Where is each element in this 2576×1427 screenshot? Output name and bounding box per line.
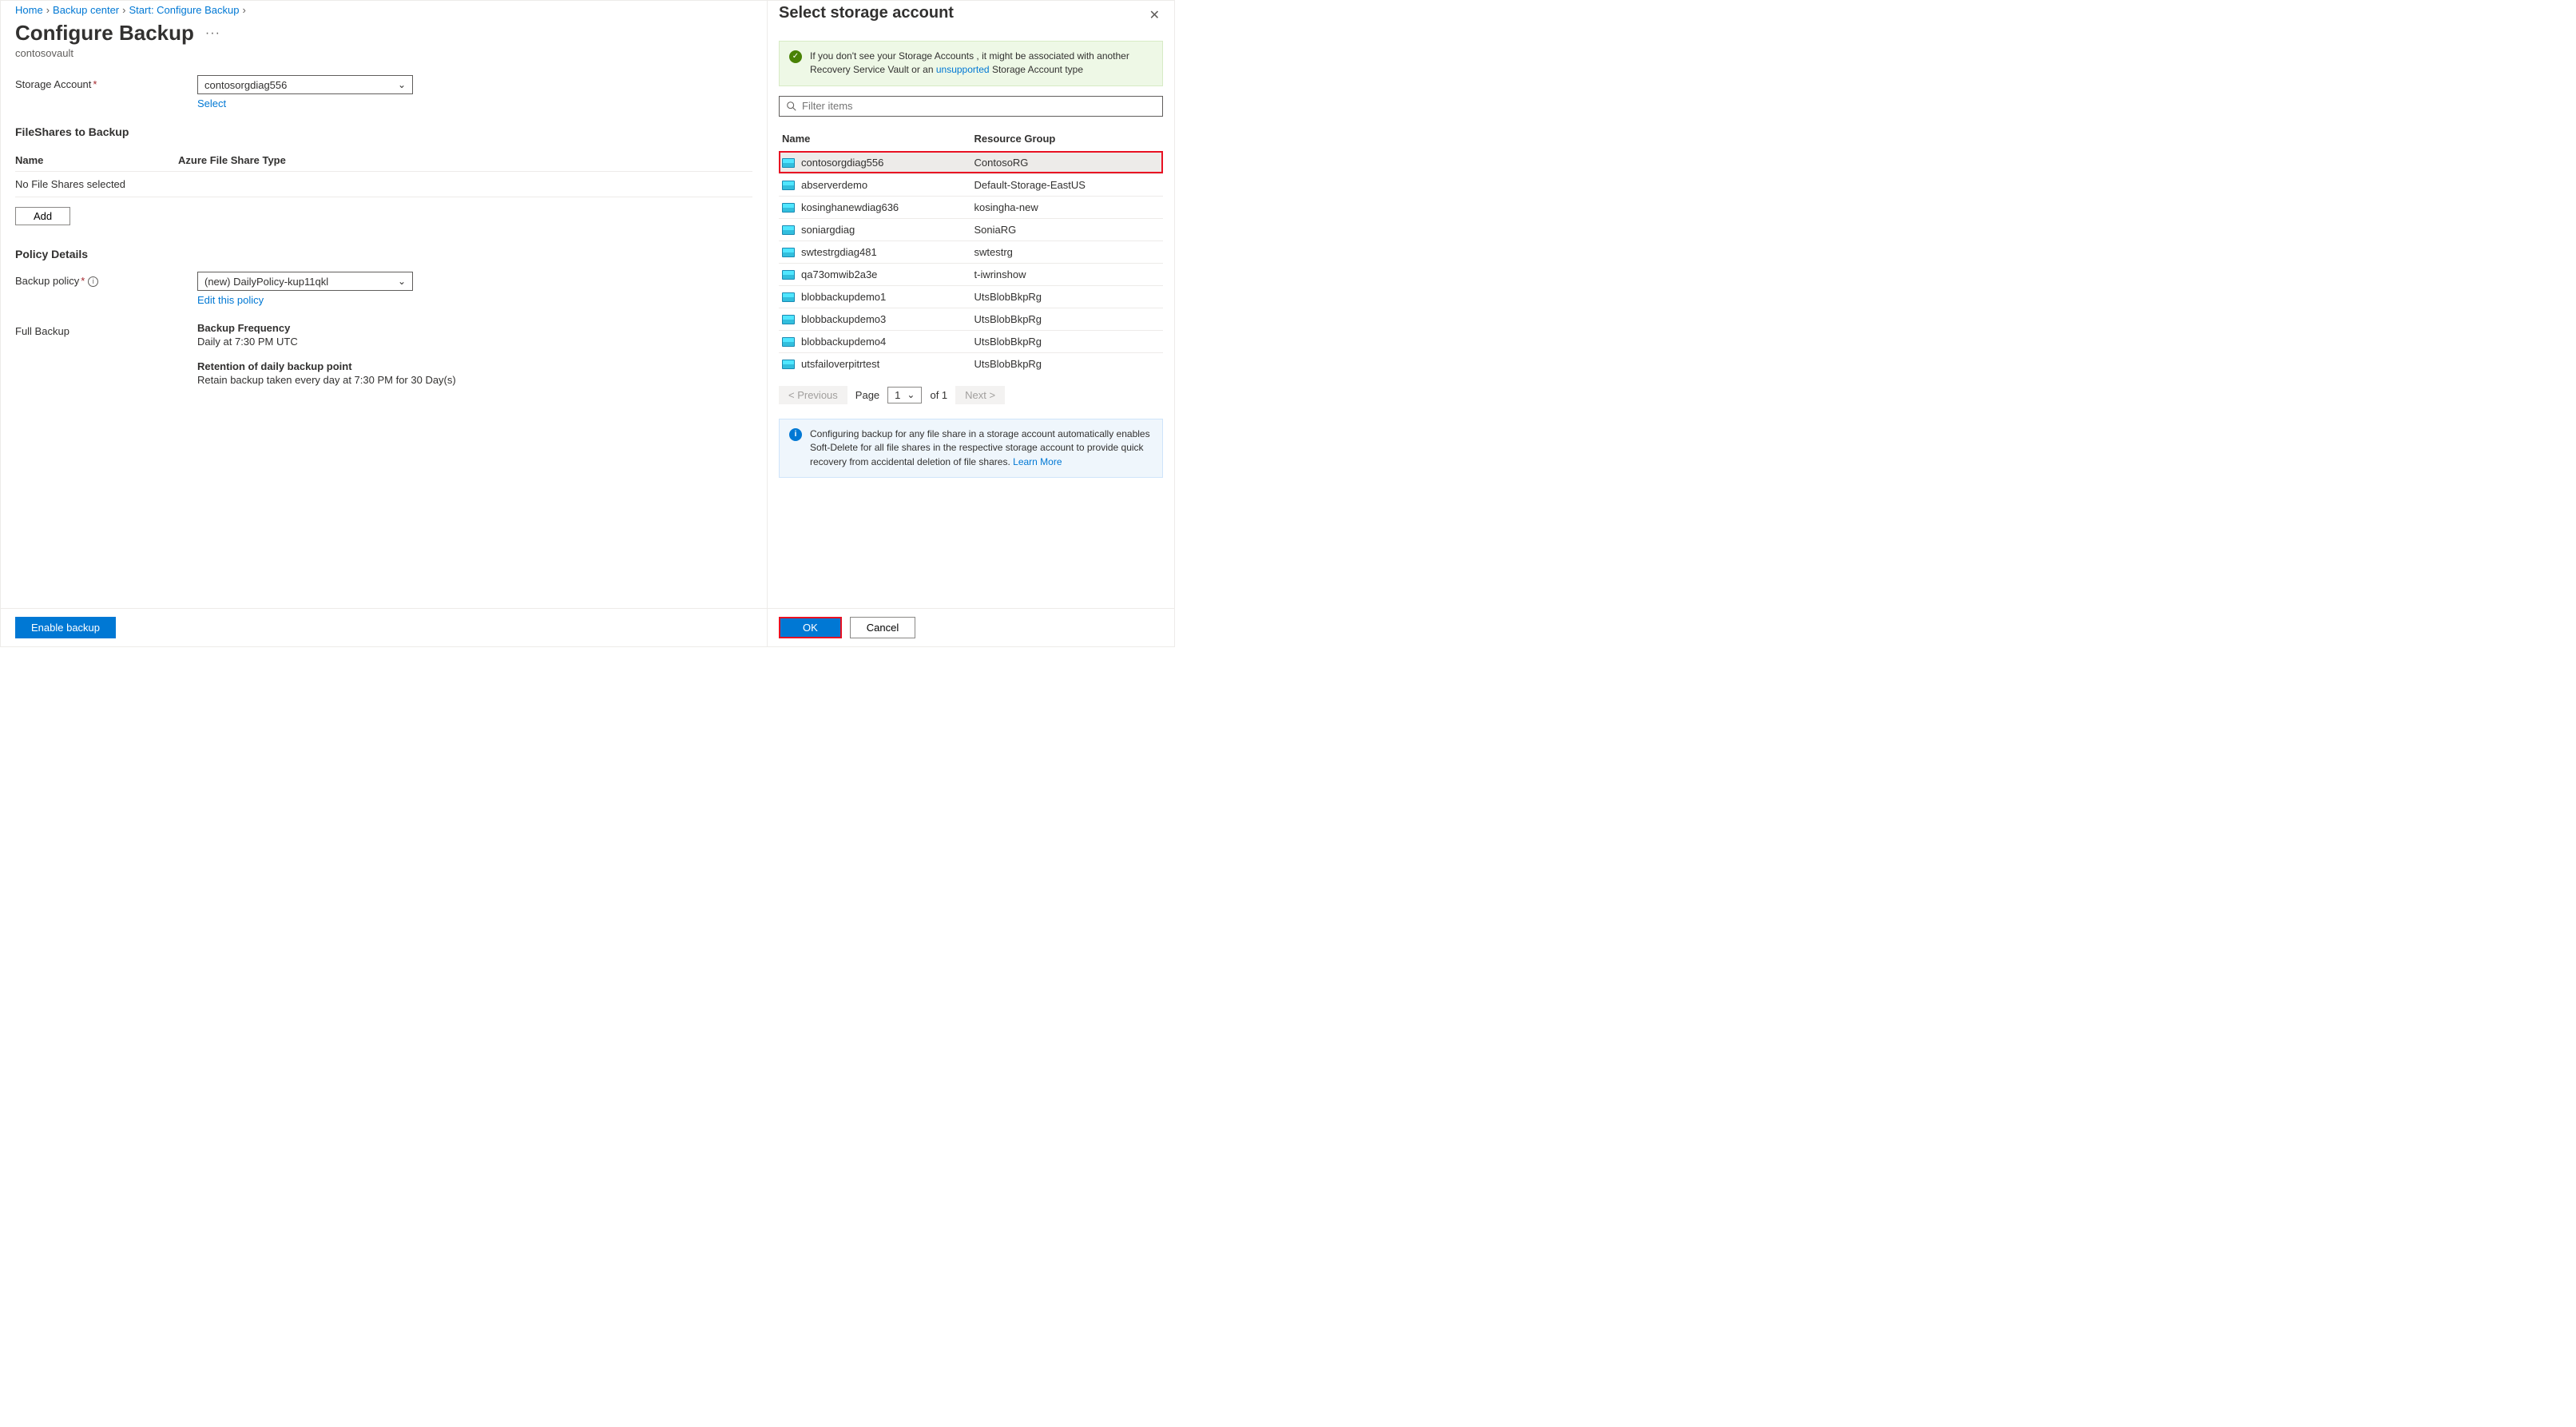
sa-name: utsfailoverpitrtest xyxy=(801,358,879,370)
storage-icon xyxy=(782,248,795,257)
close-icon[interactable]: ✕ xyxy=(1146,4,1163,26)
retention-label: Retention of daily backup point xyxy=(197,360,456,372)
sa-rg: Default-Storage-EastUS xyxy=(971,173,1164,196)
chevron-right-icon: › xyxy=(243,4,246,16)
sa-col-name: Name xyxy=(779,126,971,152)
storage-account-row[interactable]: utsfailoverpitrtest UtsBlobBkpRg xyxy=(779,352,1163,375)
breadcrumb-home[interactable]: Home xyxy=(15,4,43,16)
success-icon: ✓ xyxy=(789,50,802,63)
storage-icon xyxy=(782,315,795,324)
select-link[interactable]: Select xyxy=(197,97,226,109)
storage-account-row[interactable]: blobbackupdemo3 UtsBlobBkpRg xyxy=(779,308,1163,330)
col-name: Name xyxy=(15,149,178,172)
no-fileshares-msg: No File Shares selected xyxy=(15,172,752,197)
sa-rg: t-iwrinshow xyxy=(971,263,1164,285)
sa-name: abserverdemo xyxy=(801,179,867,191)
chevron-down-icon: ⌄ xyxy=(398,79,406,90)
sa-rg: SoniaRG xyxy=(971,218,1164,240)
sa-rg: UtsBlobBkpRg xyxy=(971,352,1164,375)
storage-account-row[interactable]: blobbackupdemo4 UtsBlobBkpRg xyxy=(779,330,1163,352)
panel-title: Select storage account xyxy=(779,4,954,22)
sa-name: swtestrgdiag481 xyxy=(801,246,877,258)
sa-rg: UtsBlobBkpRg xyxy=(971,308,1164,330)
learn-more-link[interactable]: Learn More xyxy=(1013,456,1062,467)
cancel-button[interactable]: Cancel xyxy=(850,617,915,638)
next-button[interactable]: Next > xyxy=(955,386,1005,404)
storage-icon xyxy=(782,181,795,190)
storage-icon xyxy=(782,225,795,235)
search-icon xyxy=(786,101,797,112)
of-label: of 1 xyxy=(930,389,947,401)
sa-rg: swtestrg xyxy=(971,240,1164,263)
storage-account-row[interactable]: soniargdiag SoniaRG xyxy=(779,218,1163,240)
sa-name: blobbackupdemo3 xyxy=(801,313,886,325)
chevron-down-icon: ⌄ xyxy=(398,276,406,287)
sa-name: blobbackupdemo1 xyxy=(801,291,886,303)
sa-name: contosorgdiag556 xyxy=(801,157,883,169)
storage-icon xyxy=(782,360,795,369)
more-icon[interactable]: ··· xyxy=(205,26,220,41)
storage-icon xyxy=(782,203,795,213)
freq-value: Daily at 7:30 PM UTC xyxy=(197,336,456,348)
add-button[interactable]: Add xyxy=(15,207,70,225)
sa-rg: kosingha-new xyxy=(971,196,1164,218)
sa-rg: UtsBlobBkpRg xyxy=(971,285,1164,308)
storage-account-row[interactable]: abserverdemo Default-Storage-EastUS xyxy=(779,173,1163,196)
storage-account-row[interactable]: swtestrgdiag481 swtestrg xyxy=(779,240,1163,263)
breadcrumb-backup-center[interactable]: Backup center xyxy=(53,4,119,16)
storage-account-row[interactable]: qa73omwib2a3e t-iwrinshow xyxy=(779,263,1163,285)
chevron-right-icon: › xyxy=(122,4,125,16)
sa-name: blobbackupdemo4 xyxy=(801,336,886,348)
prev-button[interactable]: < Previous xyxy=(779,386,847,404)
unsupported-link[interactable]: unsupported xyxy=(936,64,990,75)
storage-icon xyxy=(782,270,795,280)
storage-icon xyxy=(782,292,795,302)
page-select[interactable]: 1⌄ xyxy=(887,387,922,403)
breadcrumb: Home › Backup center › Start: Configure … xyxy=(1,1,767,16)
backup-policy-dropdown[interactable]: (new) DailyPolicy-kup11qkl ⌄ xyxy=(197,272,413,291)
col-type: Azure File Share Type xyxy=(178,149,752,172)
info-icon[interactable]: i xyxy=(88,276,98,287)
storage-account-label: Storage Account* xyxy=(15,75,197,90)
sa-rg: UtsBlobBkpRg xyxy=(971,330,1164,352)
storage-account-row[interactable]: blobbackupdemo1 UtsBlobBkpRg xyxy=(779,285,1163,308)
chevron-down-icon: ⌄ xyxy=(907,389,915,400)
policy-header: Policy Details xyxy=(15,248,752,260)
freq-label: Backup Frequency xyxy=(197,322,456,334)
sa-col-rg: Resource Group xyxy=(971,126,1164,152)
sa-name: qa73omwib2a3e xyxy=(801,268,877,280)
sa-name: kosinghanewdiag636 xyxy=(801,201,899,213)
enable-backup-button[interactable]: Enable backup xyxy=(15,617,116,638)
storage-account-row[interactable]: contosorgdiag556 ContosoRG xyxy=(779,151,1163,173)
info-icon: i xyxy=(789,428,802,441)
sa-rg: ContosoRG xyxy=(971,151,1164,173)
retention-value: Retain backup taken every day at 7:30 PM… xyxy=(197,374,456,386)
warning-banner: ✓ If you don't see your Storage Accounts… xyxy=(779,41,1163,86)
info-banner: i Configuring backup for any file share … xyxy=(779,419,1163,478)
ok-button[interactable]: OK xyxy=(780,618,840,637)
storage-icon xyxy=(782,337,795,347)
page-label: Page xyxy=(855,389,879,401)
full-backup-label: Full Backup xyxy=(15,322,197,337)
storage-account-row[interactable]: kosinghanewdiag636 kosingha-new xyxy=(779,196,1163,218)
edit-policy-link[interactable]: Edit this policy xyxy=(197,294,264,306)
filter-box[interactable] xyxy=(779,96,1163,117)
fileshares-header: FileShares to Backup xyxy=(15,125,752,138)
page-title: Configure Backup xyxy=(15,21,194,46)
sa-name: soniargdiag xyxy=(801,224,855,236)
backup-policy-label: Backup policy*i xyxy=(15,272,197,287)
chevron-right-icon: › xyxy=(46,4,50,16)
breadcrumb-start[interactable]: Start: Configure Backup xyxy=(129,4,239,16)
storage-icon xyxy=(782,158,795,168)
storage-account-dropdown[interactable]: contosorgdiag556 ⌄ xyxy=(197,75,413,94)
filter-input[interactable] xyxy=(802,100,1156,112)
page-subtitle: contosovault xyxy=(1,46,767,75)
